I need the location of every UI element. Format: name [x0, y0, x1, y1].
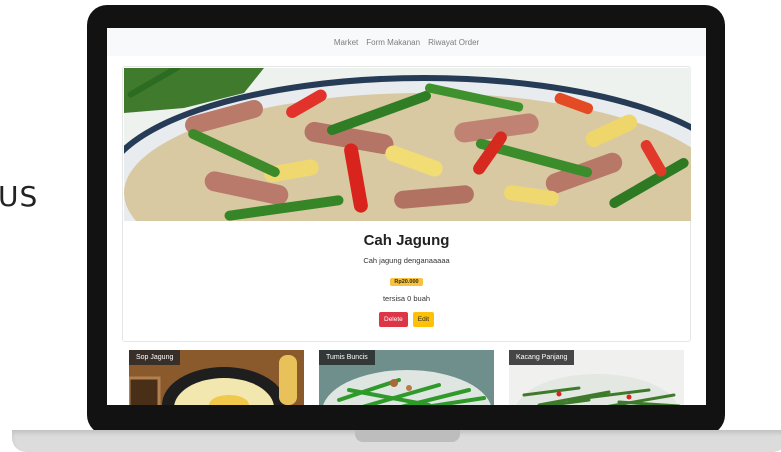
food-description: Cah jagung denganaaaaa	[363, 256, 450, 265]
food-thumbnail-card[interactable]: Tumis Buncis	[319, 350, 494, 405]
featured-food-card: Cah Jagung Cah jagung denganaaaaa Rp20.0…	[122, 66, 691, 342]
stock-text: tersisa 0 buah	[382, 294, 431, 303]
thumbnail-label: Kacang Panjang	[509, 350, 575, 365]
thumbnail-label: Tumis Buncis	[319, 350, 375, 365]
nav-form-makanan[interactable]: Form Makanan	[366, 38, 420, 47]
top-navbar: Market Form Makanan Riwayat Order	[107, 28, 706, 56]
browser-screen: Market Form Makanan Riwayat Order Cah Ja…	[107, 28, 706, 405]
stir-fry-photo	[124, 68, 691, 221]
thumbnail-label: Sop Jagung	[129, 350, 181, 365]
food-title: Cah Jagung	[363, 232, 450, 249]
partial-side-text: US	[0, 180, 39, 213]
featured-food-image	[124, 68, 691, 221]
nav-riwayat-order[interactable]: Riwayat Order	[428, 38, 479, 47]
featured-food-body: Cah Jagung Cah jagung denganaaaaa Rp20.0…	[123, 227, 690, 327]
price-badge: Rp20.000	[390, 278, 423, 286]
delete-button[interactable]: Delete	[379, 312, 408, 327]
edit-button[interactable]: Edit	[412, 312, 434, 327]
action-buttons: Delete Edit	[123, 312, 690, 327]
food-thumbnail-list: Sop Jagung Tumis Buncis Kacang Panjang	[129, 350, 689, 405]
food-thumbnail-card[interactable]: Sop Jagung	[129, 350, 304, 405]
laptop-notch	[355, 430, 460, 442]
food-thumbnail-card[interactable]: Kacang Panjang	[509, 350, 684, 405]
nav-market[interactable]: Market	[334, 38, 358, 47]
